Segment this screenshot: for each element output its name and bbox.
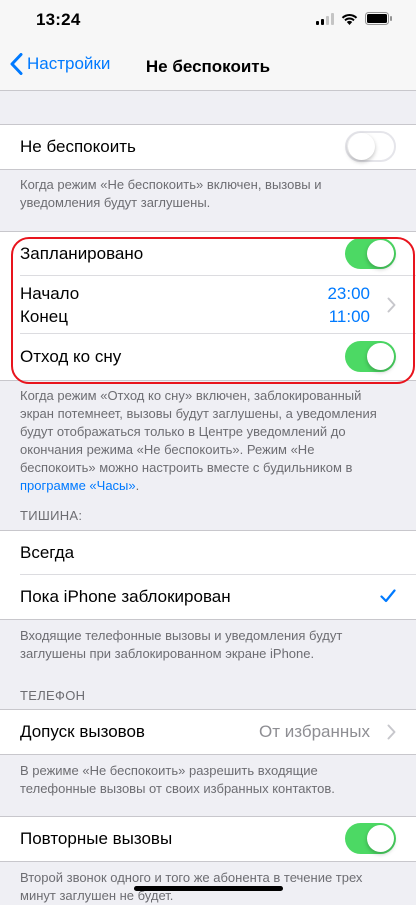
dnd-label: Не беспокоить [20, 137, 136, 156]
phone-group: Допуск вызовов От избранных [0, 709, 416, 755]
silence-footer: Входящие телефонные вызовы и уведомления… [20, 628, 343, 661]
checkmark-icon [380, 589, 396, 603]
always-label: Всегда [20, 543, 75, 562]
toggle-knob [348, 133, 375, 160]
allow-calls-label: Допуск вызовов [20, 722, 145, 741]
silence-always-cell[interactable]: Всегда [0, 531, 416, 575]
highlight-outline [11, 237, 415, 384]
toggle-knob [367, 825, 394, 852]
bedtime-footer-text: Когда режим «Отход ко сну» включен, забл… [20, 388, 377, 475]
silence-locked-cell[interactable]: Пока iPhone заблокирован [0, 575, 416, 619]
dnd-cell: Не беспокоить [0, 125, 416, 169]
cellular-signal-icon [316, 12, 334, 25]
repeated-group: Повторные вызовы [0, 816, 416, 862]
bedtime-footer-end: . [135, 478, 140, 493]
home-indicator[interactable] [134, 886, 283, 891]
repeated-calls-cell: Повторные вызовы [0, 817, 416, 861]
navigation-bar: Настройки Не беспокоить [0, 44, 416, 91]
status-time: 13:24 [36, 10, 81, 29]
silence-header: ТИШИНА: [20, 508, 83, 523]
wifi-icon [341, 13, 358, 25]
chevron-right-icon [387, 724, 396, 740]
allow-calls-value: От избранных [259, 722, 370, 741]
dnd-footer: Когда режим «Не беспокоить» включен, выз… [20, 177, 322, 210]
locked-label: Пока iPhone заблокирован [20, 587, 231, 606]
dnd-group: Не беспокоить [0, 124, 416, 170]
status-bar: 13:24 [0, 0, 416, 44]
repeated-calls-toggle[interactable] [345, 823, 396, 854]
silence-group: Всегда Пока iPhone заблокирован [0, 530, 416, 620]
allow-calls-cell[interactable]: Допуск вызовов От избранных [0, 710, 416, 754]
status-icons [316, 12, 392, 25]
page-title: Не беспокоить [145, 57, 271, 76]
bedtime-footer: Когда режим «Отход ко сну» включен, забл… [20, 387, 392, 495]
phone-footer: В режиме «Не беспокоить» разрешить входя… [20, 763, 335, 796]
phone-header: ТЕЛЕФОН [20, 688, 86, 703]
battery-icon [365, 12, 392, 25]
clock-app-link[interactable]: программе «Часы» [20, 478, 136, 493]
dnd-toggle[interactable] [345, 131, 396, 162]
repeated-calls-label: Повторные вызовы [20, 829, 173, 848]
